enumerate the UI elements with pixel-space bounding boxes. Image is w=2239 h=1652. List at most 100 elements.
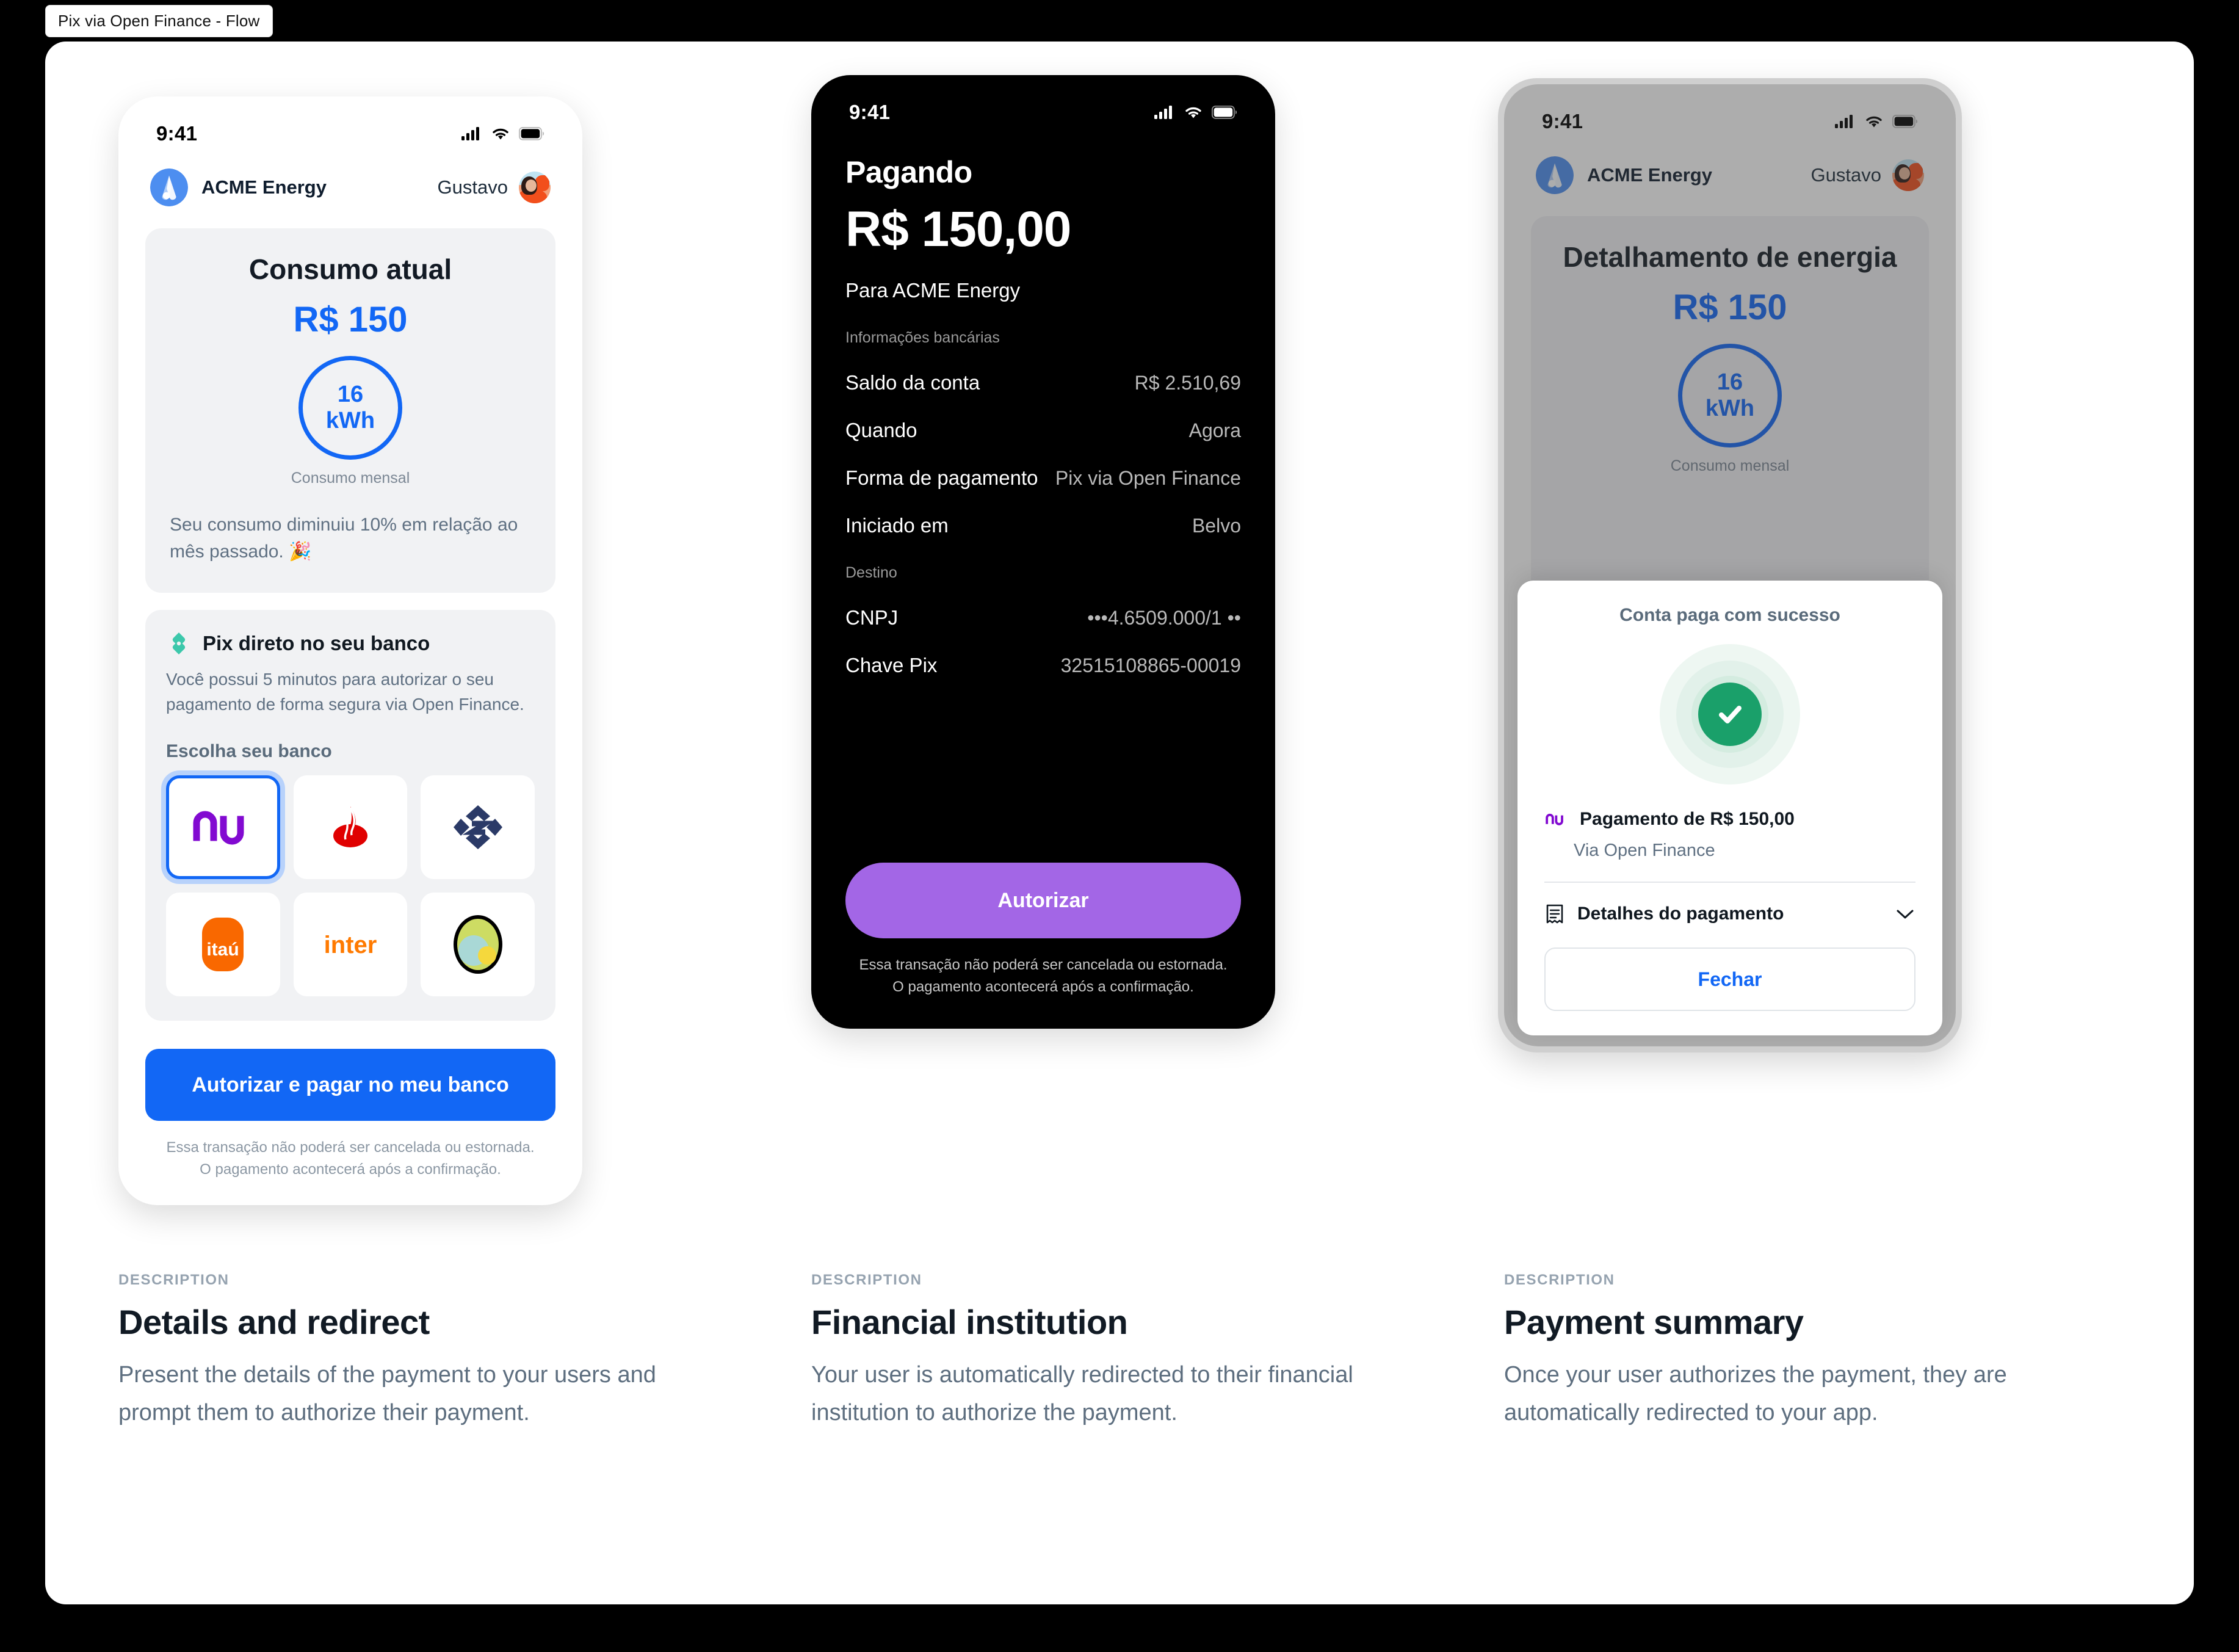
pix-icon: [172, 632, 186, 654]
pix-subtitle: Você possui 5 minutos para autorizar o s…: [166, 670, 524, 714]
payment-details-left: Detalhes do pagamento: [1544, 902, 1784, 926]
svg-text:itaú: itaú: [207, 940, 239, 960]
phone-mock-details: 9:41 ACME Energy Gustavo Consumo atual R…: [118, 96, 582, 1206]
signal-icon: [1154, 106, 1172, 119]
wifi-icon: [1866, 116, 1882, 128]
app-header: ACME Energy Gustavo: [118, 155, 582, 214]
user-name: Gustavo: [1810, 164, 1881, 186]
status-time: 9:41: [849, 101, 891, 123]
success-payment-row: Pagamento de R$ 150,00: [1544, 809, 1915, 830]
nubank-logo-icon: [193, 811, 244, 845]
detail-row: CNPJ •••4.6509.000/1 ••: [845, 606, 1241, 629]
user-menu[interactable]: Gustavo: [438, 172, 551, 203]
frame-tab-label[interactable]: Pix via Open Finance - Flow: [45, 5, 273, 37]
battery-icon: [1892, 115, 1918, 128]
consumption-note: Seu consumo diminuiu 10% em relação ao m…: [170, 515, 518, 562]
legal-disclaimer: Essa transação não poderá ser cancelada …: [145, 1137, 555, 1181]
payment-details-label: Detalhes do pagamento: [1577, 904, 1784, 924]
detail-label: Chave Pix: [845, 654, 938, 676]
gauge-value: 16: [1716, 369, 1743, 396]
bank-option-itau[interactable]: itaú: [166, 893, 280, 997]
legal-line-2: O pagamento acontecerá após a confirmaçã…: [200, 1161, 501, 1178]
flow-canvas: 9:41 ACME Energy Gustavo Consumo atual R…: [45, 42, 2194, 1604]
consumption-amount: R$ 150: [293, 300, 408, 339]
bank-option-sicredi[interactable]: [421, 893, 535, 997]
caption-payment-summary: DESCRIPTION Payment summary Once your us…: [1504, 1272, 2053, 1432]
check-circle-icon: [1698, 683, 1762, 746]
success-sheet: Conta paga com sucesso Pagamento de R$ 1…: [1517, 581, 1942, 1035]
acme-logo-icon: [1536, 156, 1574, 194]
brand: ACME Energy: [1536, 156, 1712, 194]
legal-disclaimer-dark: Essa transação não poderá ser cancelada …: [845, 954, 1241, 998]
caption-body: Your user is automatically redirected to…: [811, 1362, 1353, 1426]
gauge-value: 16: [337, 382, 364, 408]
phone-mock-bank-app: 9:41 Pagando R$ 150,00 Para ACME Energy …: [811, 75, 1275, 1029]
battery-icon: [519, 127, 544, 140]
caption-kicker: DESCRIPTION: [811, 1272, 922, 1288]
bank-option-nubank[interactable]: [166, 775, 280, 880]
close-button[interactable]: Fechar: [1544, 947, 1915, 1011]
consumption-gauge: 16 kWh: [298, 356, 402, 460]
inter-logo-icon: inter: [324, 932, 377, 958]
status-bar-dark: 9:41: [811, 75, 1275, 134]
detail-value: •••4.6509.000/1 ••: [1087, 607, 1241, 629]
authorize-button[interactable]: Autorizar: [845, 863, 1241, 938]
detail-value: Pix via Open Finance: [1055, 467, 1241, 489]
energy-detail-title: Detalhamento de energia: [1563, 241, 1897, 273]
banco-do-brasil-logo-icon: [453, 805, 502, 850]
caption-kicker: DESCRIPTION: [1504, 1272, 1615, 1288]
detail-label: Saldo da conta: [845, 371, 980, 394]
success-title: Conta paga com sucesso: [1619, 605, 1840, 625]
detail-label: Iniciado em: [845, 514, 949, 537]
sicredi-logo-icon: [453, 915, 502, 974]
receipt-icon: [1546, 904, 1563, 924]
detail-value: Belvo: [1192, 515, 1241, 537]
detail-label: Forma de pagamento: [845, 466, 1038, 489]
detail-value: R$ 2.510,69: [1134, 372, 1241, 394]
caption-title: Financial institution: [811, 1303, 1128, 1341]
status-icons: [1835, 114, 1918, 129]
itau-logo-icon: itaú: [202, 918, 244, 972]
caption-title: Details and redirect: [118, 1303, 430, 1341]
chevron-down-icon: [1897, 910, 1914, 919]
pix-choose-label: Escolha seu banco: [166, 741, 332, 762]
gauge-caption: Consumo mensal: [1670, 457, 1790, 474]
app-header: ACME Energy Gustavo: [1504, 143, 1956, 201]
status-time: 9:41: [1542, 110, 1583, 132]
legal-line-2: O pagamento acontecerá após a confirmaçã…: [892, 979, 1194, 995]
detail-value: 32515108865-00019: [1060, 654, 1241, 676]
flow-column-payment-summary: 9:41 ACME Energy Gustavo Detalhamento de…: [1498, 42, 2121, 1604]
authorize-and-pay-button[interactable]: Autorizar e pagar no meu banco: [145, 1049, 555, 1121]
caption-kicker: DESCRIPTION: [118, 1272, 230, 1288]
payment-details-row[interactable]: Detalhes do pagamento: [1544, 902, 1915, 926]
caption-body: Present the details of the payment to yo…: [118, 1362, 656, 1426]
gauge-unit: kWh: [325, 408, 375, 433]
phone-mock-summary: 9:41 ACME Energy Gustavo Detalhamento de…: [1498, 78, 1962, 1052]
paying-amount: R$ 150,00: [845, 201, 1071, 257]
bank-option-banco-do-brasil[interactable]: [421, 775, 535, 880]
section-bank-info: Informações bancárias: [845, 329, 1000, 346]
legal-line-1: Essa transação não poderá ser cancelada …: [859, 957, 1228, 973]
caption-title: Payment summary: [1504, 1303, 1804, 1341]
pix-title: Pix direto no seu banco: [203, 632, 430, 654]
status-bar: 9:41: [118, 96, 582, 155]
consumption-title: Consumo atual: [248, 253, 452, 285]
caption-financial-institution: DESCRIPTION Financial institution Your u…: [811, 1272, 1361, 1432]
detail-value: Agora: [1188, 419, 1241, 441]
brand: ACME Energy: [150, 168, 327, 206]
payee-line: Para ACME Energy: [845, 279, 1021, 302]
wifi-icon: [1185, 107, 1201, 118]
wifi-icon: [493, 128, 508, 140]
paying-heading: Pagando: [845, 155, 972, 189]
success-payment-amount: Pagamento de R$ 150,00: [1580, 809, 1795, 829]
phone-screen: 9:41 ACME Energy Gustavo Detalhamento de…: [1504, 84, 1956, 1046]
bank-option-inter[interactable]: inter: [293, 893, 408, 997]
caption-body: Once your user authorizes the payment, t…: [1504, 1362, 2007, 1426]
status-bar: 9:41: [1504, 84, 1956, 143]
status-icons: [461, 126, 544, 141]
avatar[interactable]: [1892, 159, 1924, 191]
avatar[interactable]: [519, 172, 551, 203]
user-menu[interactable]: Gustavo: [1811, 159, 1924, 191]
user-name: Gustavo: [437, 176, 508, 198]
bank-option-santander[interactable]: [293, 775, 408, 880]
